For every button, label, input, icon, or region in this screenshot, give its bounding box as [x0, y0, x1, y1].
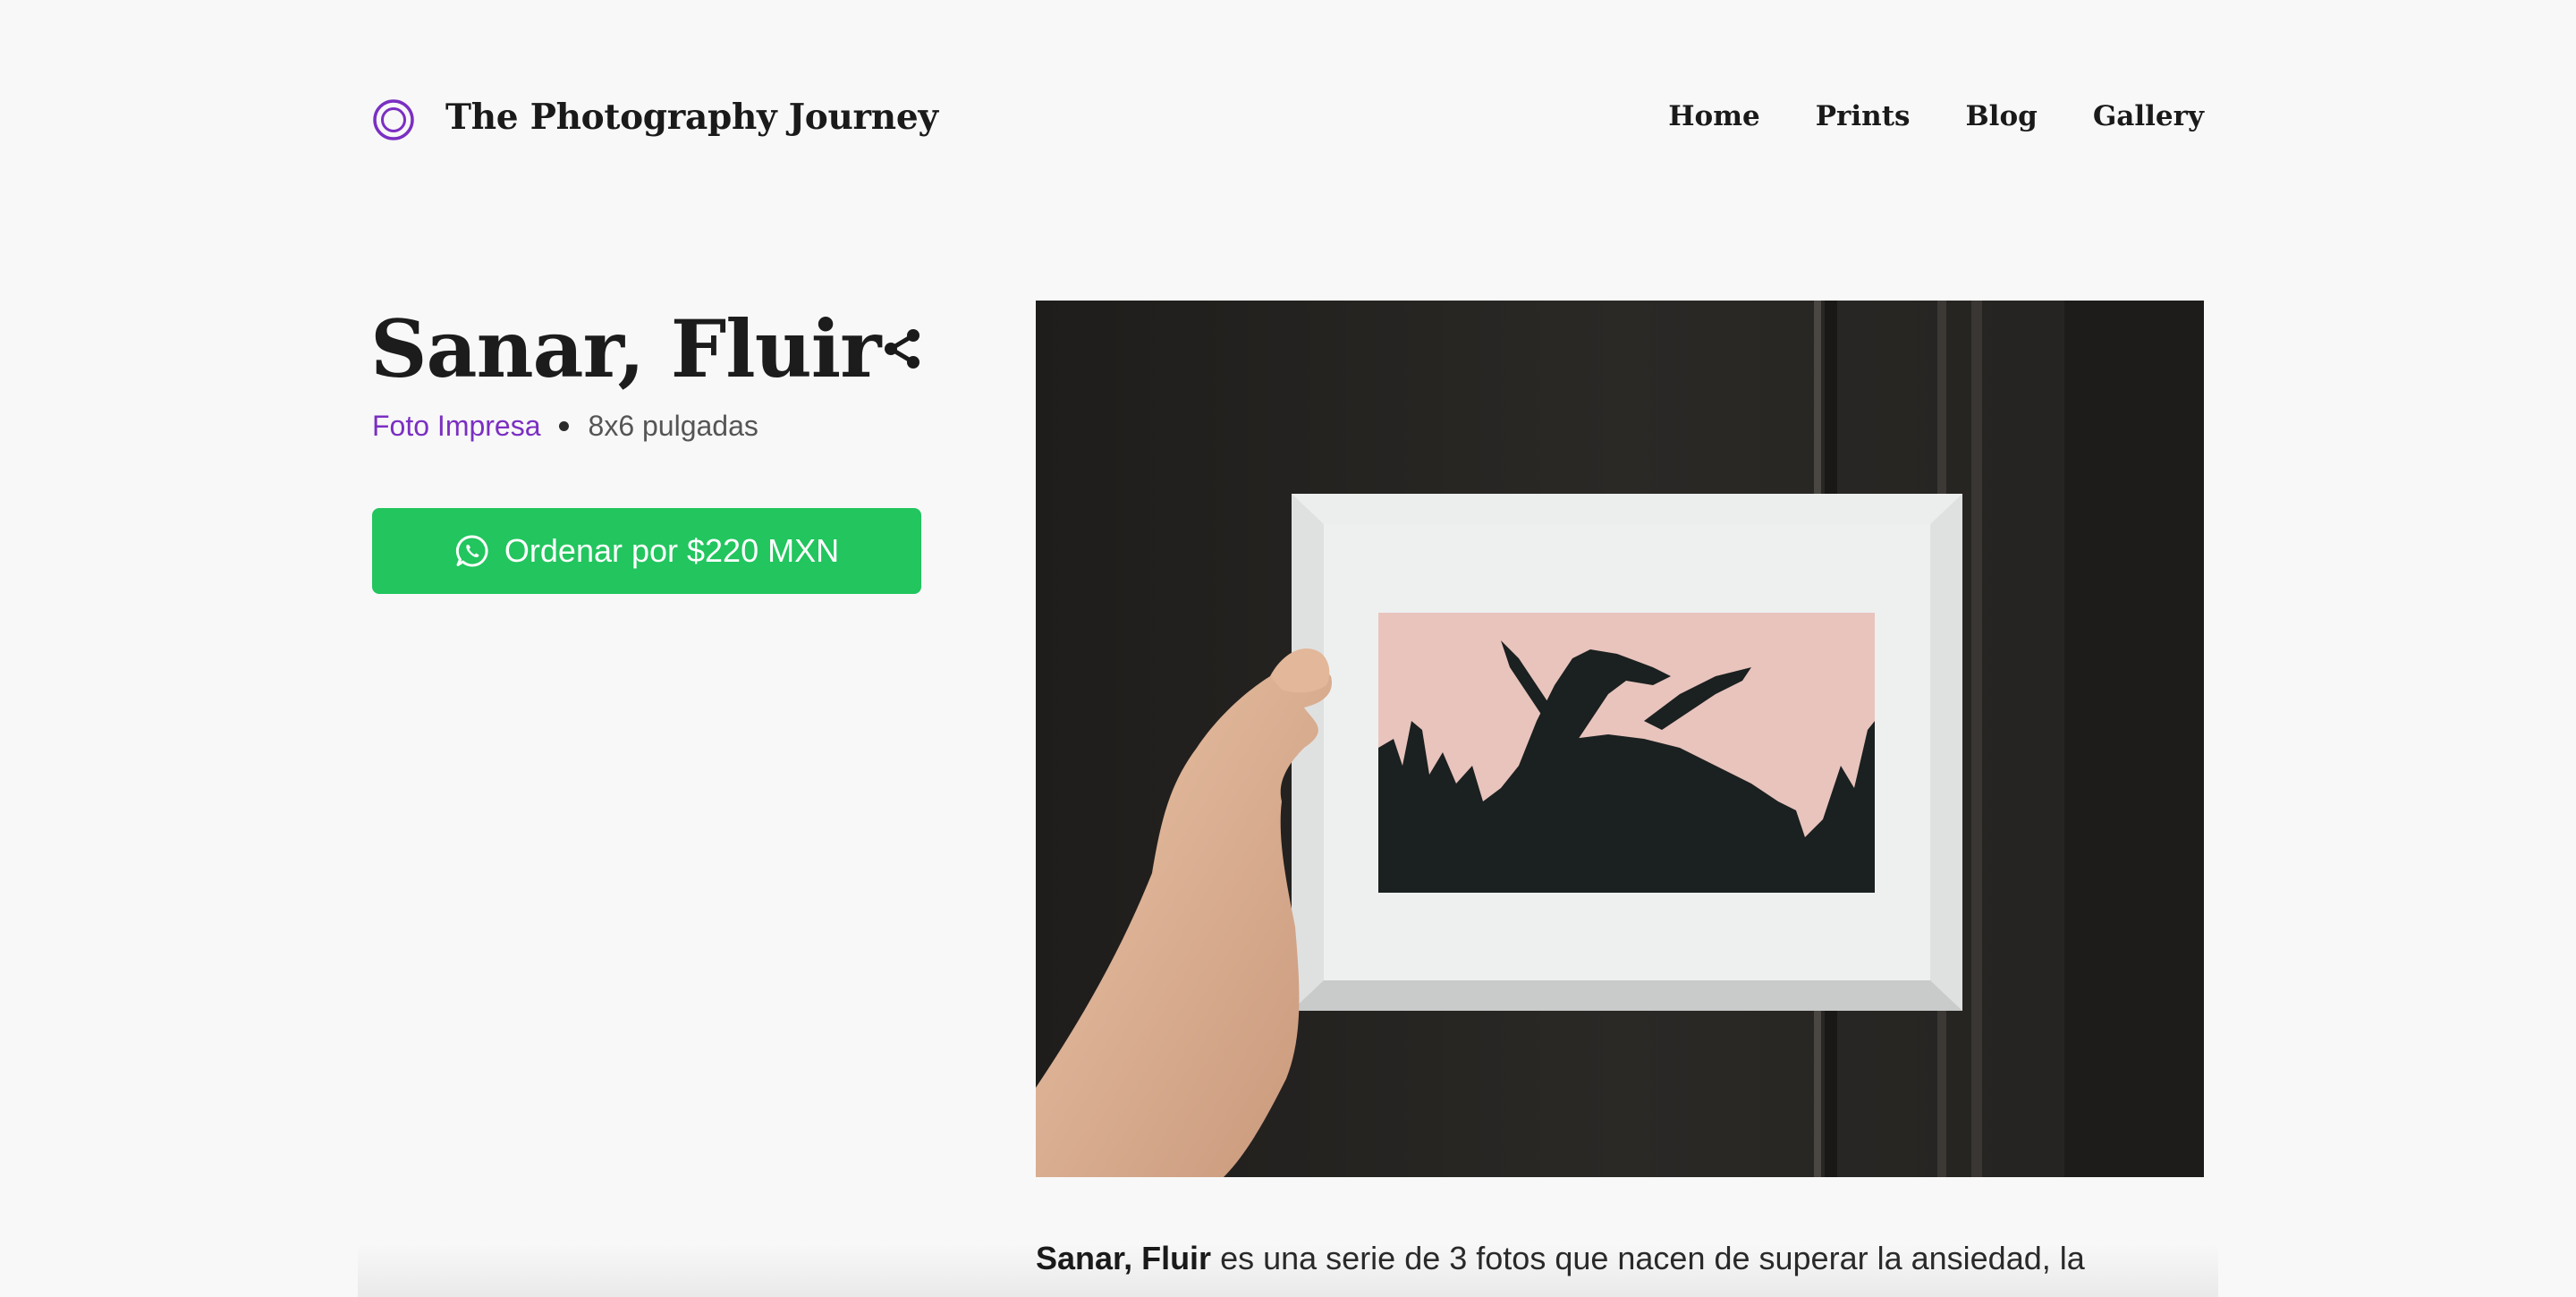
nav-prints[interactable]: Prints	[1816, 100, 1911, 132]
product-meta: Foto Impresa 8x6 pulgadas	[372, 410, 758, 443]
separator-dot	[558, 421, 569, 431]
whatsapp-icon	[455, 535, 488, 567]
share-icon[interactable]	[880, 326, 923, 372]
size-label: 8x6 pulgadas	[588, 410, 758, 442]
category-link[interactable]: Foto Impresa	[372, 410, 541, 443]
site-title[interactable]: The Photography Journey	[445, 97, 938, 138]
order-button[interactable]: Ordenar por $220 MXN	[372, 508, 921, 594]
description-body: es una serie de 3 fotos que nacen de sup…	[1211, 1240, 2085, 1276]
product-image	[1036, 301, 2204, 1177]
nav-gallery[interactable]: Gallery	[2093, 100, 2204, 132]
nav-blog[interactable]: Blog	[1965, 100, 2037, 132]
framed-photo-image	[1036, 301, 2204, 1177]
description-text: Sanar, Fluir es una serie de 3 fotos que…	[1036, 1234, 2204, 1283]
circle-ring-icon[interactable]	[372, 98, 415, 141]
main-nav: Home Prints Blog Gallery	[1668, 100, 2204, 132]
site-header: The Photography Journey Home Prints Blog…	[372, 89, 2204, 154]
page-title: Sanar, Fluir	[370, 302, 881, 395]
order-button-label: Ordenar por $220 MXN	[504, 532, 840, 569]
nav-home[interactable]: Home	[1668, 100, 1760, 132]
description-name: Sanar, Fluir	[1036, 1240, 1212, 1276]
